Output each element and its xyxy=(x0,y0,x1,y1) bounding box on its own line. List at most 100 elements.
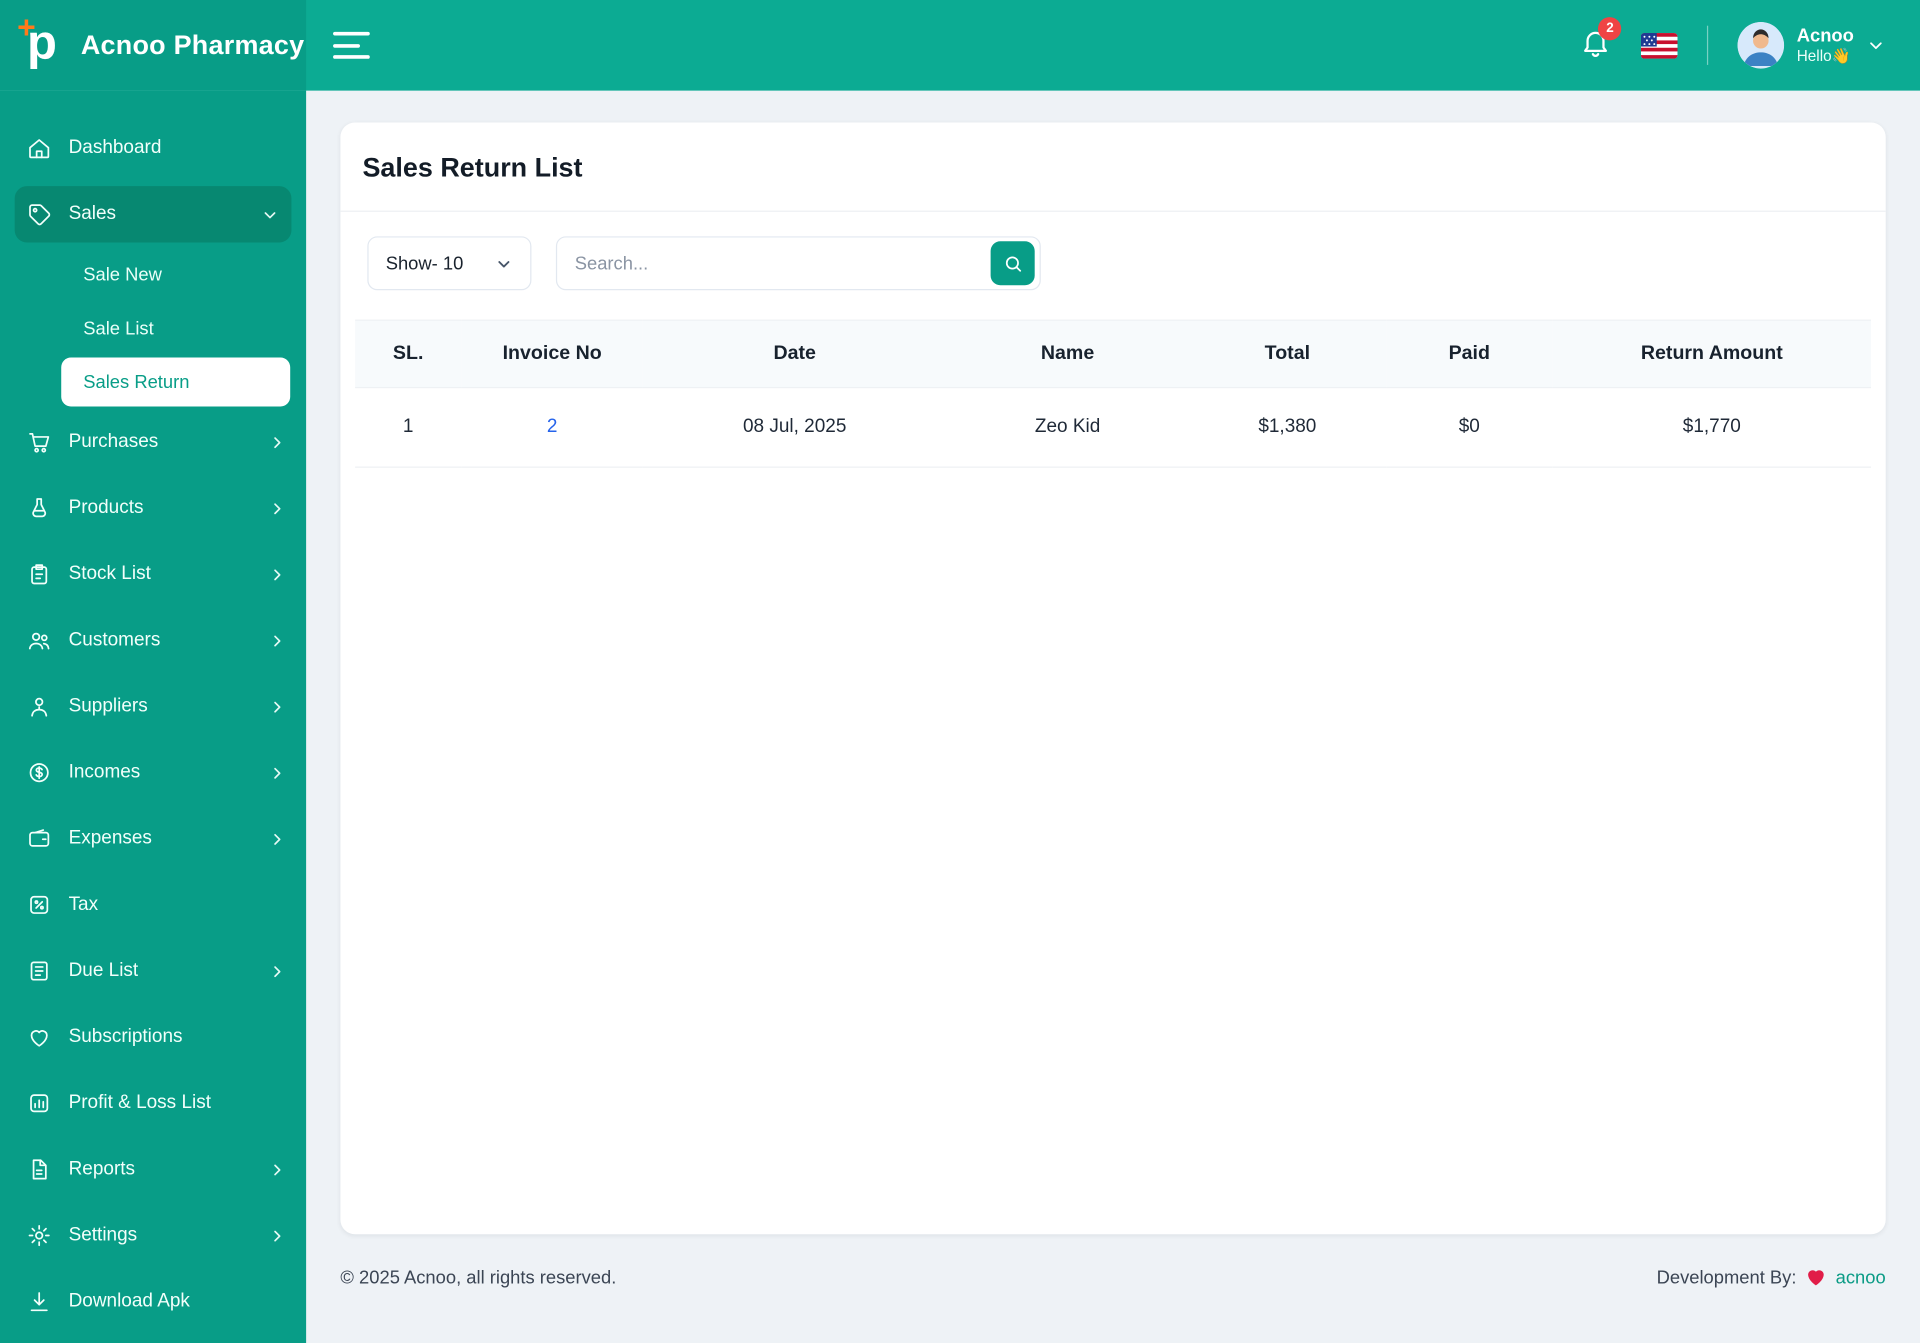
expenses-wallet-icon xyxy=(27,827,51,851)
stock-clipboard-icon xyxy=(31,564,48,585)
sales-return-card: Sales Return List Show- 10 SL.Invoice No… xyxy=(340,122,1886,1235)
sidebar-item-settings[interactable]: Settings xyxy=(0,1202,306,1268)
developer-link[interactable]: acnoo xyxy=(1836,1267,1886,1288)
sidebar-item-suppliers[interactable]: Suppliers xyxy=(0,673,306,739)
sidebar-item-subscriptions[interactable]: Subscriptions xyxy=(0,1004,306,1070)
sidebar-item-due-list[interactable]: Due List xyxy=(0,938,306,1004)
us-flag-icon[interactable] xyxy=(1641,32,1678,59)
profit-loss-chart-icon xyxy=(27,1091,51,1115)
sidebar-item-incomes[interactable]: Incomes xyxy=(0,740,306,806)
products-flask-icon xyxy=(32,498,47,518)
header-divider xyxy=(1707,25,1709,65)
suppliers-person-icon xyxy=(31,697,48,717)
sidebar-item-label: Expenses xyxy=(68,827,152,849)
cell-name: Zeo Kid xyxy=(946,387,1189,468)
wave-emoji: 👋 xyxy=(1831,47,1851,65)
sidebar-item-label: Reports xyxy=(68,1158,136,1180)
column-header-date: Date xyxy=(643,319,947,389)
expenses-wallet-icon xyxy=(29,829,50,847)
download-icon xyxy=(27,1289,51,1313)
sidebar-item-label: Products xyxy=(68,497,144,518)
sidebar-submenu-sales: Sale New Sale List Sales Return xyxy=(0,247,306,407)
sidebar-item-label: Download Apk xyxy=(68,1290,190,1312)
cell-date: 08 Jul, 2025 xyxy=(643,387,947,468)
sidebar-subitem-sales-return[interactable]: Sales Return xyxy=(61,357,291,407)
user-menu[interactable]: Acnoo Hello👋 xyxy=(1737,22,1886,69)
caret-down-icon xyxy=(1870,42,1882,50)
purchases-cart-icon xyxy=(27,430,51,454)
sidebar-item-label: Incomes xyxy=(68,761,141,783)
top-bar-main: 2 Acnoo Hello👋 xyxy=(306,0,1920,91)
column-header-return-amount: Return Amount xyxy=(1552,319,1872,389)
user-avatar xyxy=(1737,22,1785,69)
page-title: Sales Return List xyxy=(340,122,1886,212)
tax-percent-icon xyxy=(27,893,51,917)
sidebar-item-download-apk[interactable]: Download Apk xyxy=(0,1269,306,1335)
customers-users-icon xyxy=(27,628,51,652)
cell-paid: $0 xyxy=(1385,387,1553,468)
subscriptions-heart-icon xyxy=(27,1025,51,1049)
sales-tag-icon xyxy=(27,202,51,226)
notification-bell-icon[interactable]: 2 xyxy=(1580,16,1622,64)
chevron-right-icon xyxy=(274,502,281,514)
sidebar-item-customers[interactable]: Customers xyxy=(0,607,306,673)
development-by-label: Development By: xyxy=(1656,1266,1797,1288)
column-header-total: Total xyxy=(1188,319,1386,389)
table-header-row: SL. Invoice No Date Name Total Paid Return Amo… xyxy=(355,319,1872,389)
invoice-link[interactable]: 2 xyxy=(547,416,558,437)
hamburger-icon[interactable] xyxy=(333,31,370,59)
sidebar-item-dashboard[interactable]: Dashboard xyxy=(0,115,306,181)
chevron-right-icon xyxy=(274,568,281,580)
sidebar-item-tax[interactable]: Tax xyxy=(0,872,306,938)
chevron-right-icon xyxy=(274,436,281,448)
settings-gear-icon xyxy=(28,1224,50,1247)
cell-sl: 1 xyxy=(355,387,462,468)
column-header-sl: SL. xyxy=(355,319,462,389)
sidebar-item-profit-loss-list[interactable]: Profit & Loss List xyxy=(0,1070,306,1136)
brand-logo[interactable]: p + Acnoo Pharmacy xyxy=(0,0,307,91)
reports-file-icon xyxy=(27,1157,51,1181)
sidebar-subitem-sale-new[interactable]: Sale New xyxy=(0,247,306,301)
home-icon xyxy=(27,136,51,160)
download-icon xyxy=(30,1292,48,1312)
incomes-coin-icon xyxy=(27,760,51,784)
search-icon xyxy=(1005,255,1021,272)
sidebar-item-reports[interactable]: Reports xyxy=(0,1136,306,1202)
customers-users-icon xyxy=(28,632,50,650)
sidebar-item-expenses[interactable]: Expenses xyxy=(0,806,306,872)
chevron-right-icon xyxy=(274,1163,281,1175)
stock-clipboard-icon xyxy=(27,562,51,586)
sidebar-item-label: Sales xyxy=(68,203,117,225)
sidebar-item-label: Customers xyxy=(68,629,161,651)
sidebar-item-label: Stock List xyxy=(68,563,151,585)
main-content: Sales Return List Show- 10 SL.Invoice No… xyxy=(306,91,1920,1343)
sidebar-item-purchases[interactable]: Purchases xyxy=(0,409,306,475)
settings-gear-icon xyxy=(27,1223,51,1247)
brand-name: Acnoo Pharmacy xyxy=(80,29,305,60)
incomes-coin-icon xyxy=(29,763,49,783)
show-entries-label: Show- 10 xyxy=(385,252,464,274)
sidebar-item-label: Profit & Loss List xyxy=(68,1092,211,1114)
cell-total: $1,380 xyxy=(1188,387,1386,468)
column-header-name: Name xyxy=(946,319,1189,389)
chevron-down-icon xyxy=(264,211,276,218)
sidebar-item-stock-list[interactable]: Stock List xyxy=(0,541,306,607)
show-entries-select[interactable]: Show- 10 xyxy=(367,236,532,291)
chevron-right-icon xyxy=(274,1230,281,1241)
table-row: 1 2 08 Jul, 2025 Zeo Kid $1,380 $0 $1,770 xyxy=(355,387,1872,468)
sidebar-item-products[interactable]: Products xyxy=(0,475,306,541)
sidebar-subitem-sale-list[interactable]: Sale List xyxy=(0,301,306,355)
user-name: Acnoo xyxy=(1796,25,1854,46)
chevron-right-icon xyxy=(274,634,281,646)
top-bar: p + Acnoo Pharmacy 2 Acnoo Hello👋 xyxy=(0,0,1920,91)
app-root: p + Acnoo Pharmacy 2 Acnoo Hello👋 Dashbo… xyxy=(0,0,1920,1343)
footer: © 2025 Acnoo, all rights reserved. Devel… xyxy=(340,1266,1885,1288)
plus-p-logo-icon: p + xyxy=(17,8,57,70)
search-input[interactable] xyxy=(557,252,992,274)
search-button[interactable] xyxy=(991,241,1036,286)
notification-badge: 2 xyxy=(1598,16,1622,40)
column-header-invoice-no: Invoice No xyxy=(461,319,644,389)
sidebar-item-sales[interactable]: Sales xyxy=(14,186,292,243)
sidebar-item-label: Due List xyxy=(68,959,139,981)
search-box xyxy=(556,236,1042,291)
